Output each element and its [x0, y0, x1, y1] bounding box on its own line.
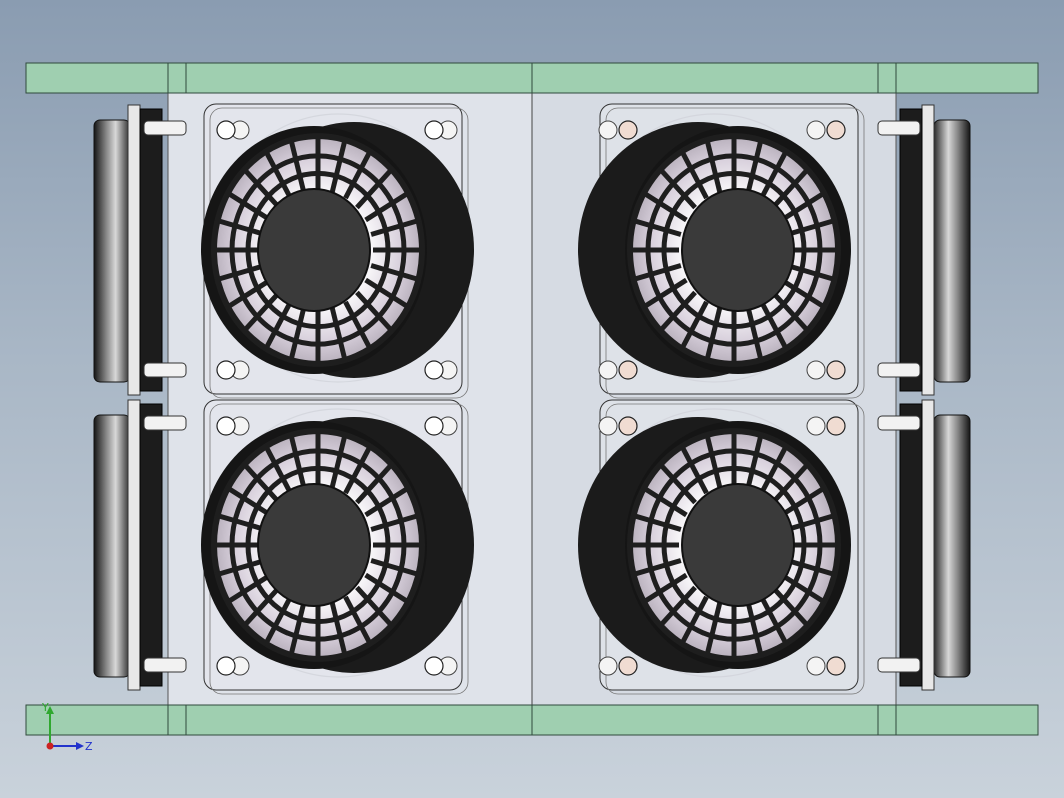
fan-top-right — [578, 103, 865, 399]
bottom-rail — [25, 704, 1039, 736]
origin-dot — [46, 742, 54, 750]
mount-hole — [424, 416, 444, 436]
fan-assembly-drawing — [25, 62, 1039, 736]
mount-hole — [598, 360, 618, 380]
mount-hole — [826, 416, 846, 436]
mount-hole — [598, 656, 618, 676]
fan-hub — [681, 483, 795, 607]
axis-triad: Y Z — [41, 701, 93, 753]
mount-hole — [826, 120, 846, 140]
fan-bottom-left — [201, 399, 474, 695]
fan-hub — [257, 483, 371, 607]
mount-hole — [618, 416, 638, 436]
top-rail — [25, 62, 1039, 94]
mount-hole — [806, 656, 826, 676]
mount-hole — [424, 120, 444, 140]
mount-hole — [598, 120, 618, 140]
mount-hole — [618, 360, 638, 380]
mount-hole — [618, 656, 638, 676]
mount-hole — [826, 360, 846, 380]
mount-hole — [424, 656, 444, 676]
cad-viewport[interactable]: Y Z — [0, 0, 1064, 798]
fan-hub — [681, 188, 795, 312]
mount-hole — [806, 360, 826, 380]
mount-hole — [806, 120, 826, 140]
mount-hole — [216, 120, 236, 140]
z-axis-label: Z — [85, 740, 93, 753]
mount-hole — [216, 416, 236, 436]
fan-bottom-right — [578, 399, 865, 695]
mount-hole — [216, 656, 236, 676]
fan-top-left — [201, 103, 474, 399]
mount-hole — [424, 360, 444, 380]
fan-hub — [257, 188, 371, 312]
mount-hole — [216, 360, 236, 380]
y-axis-label: Y — [41, 701, 49, 714]
mount-hole — [806, 416, 826, 436]
mount-hole — [618, 120, 638, 140]
mount-hole — [598, 416, 618, 436]
mount-hole — [826, 656, 846, 676]
z-axis-arrow — [76, 742, 84, 750]
